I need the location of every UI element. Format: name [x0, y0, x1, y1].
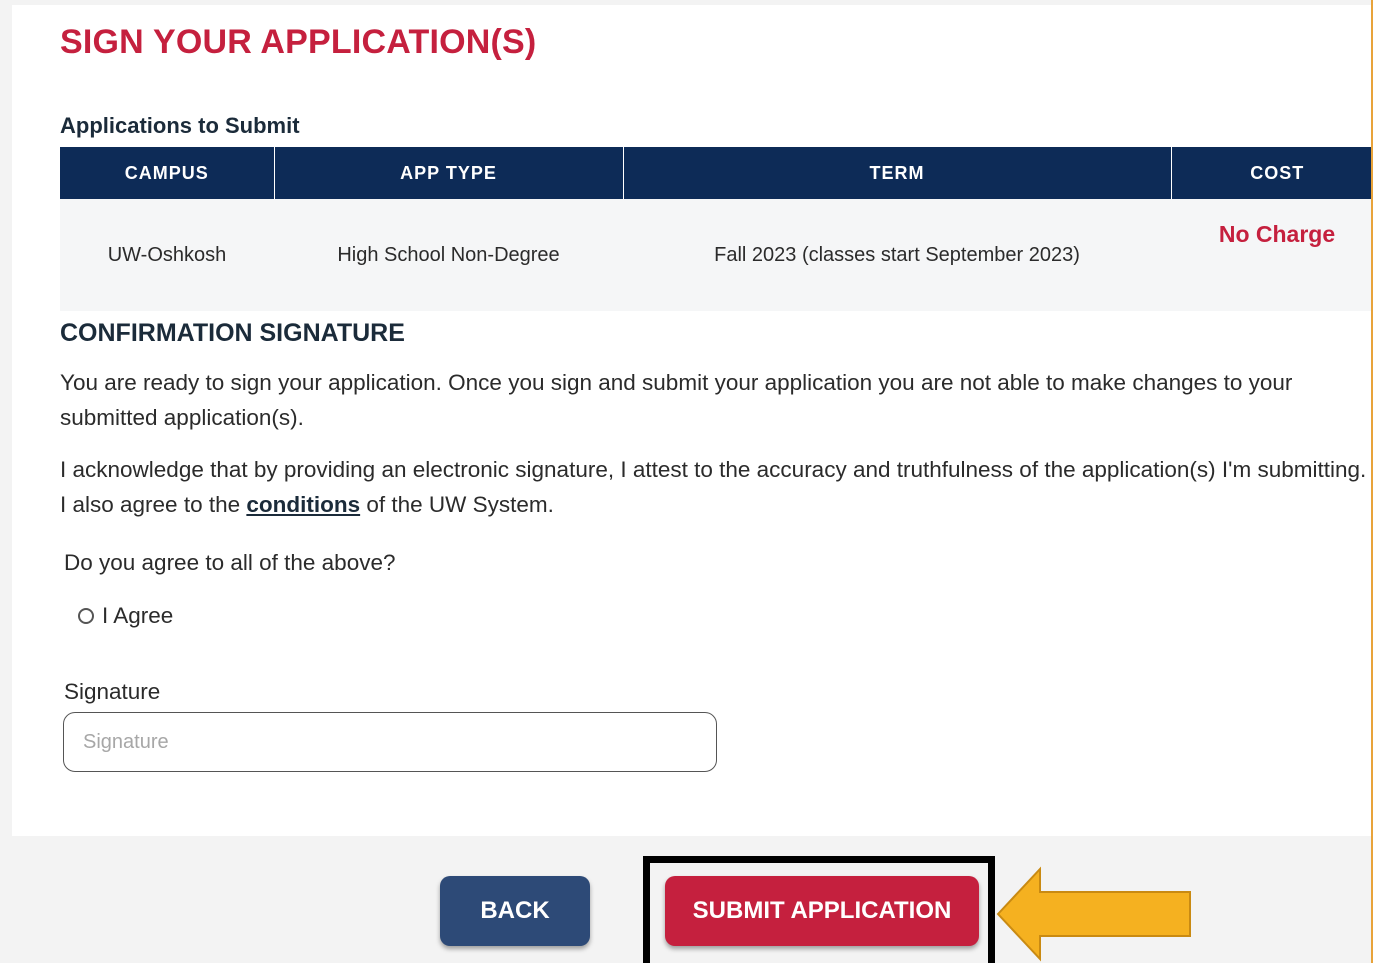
agreement-question: Do you agree to all of the above? — [64, 550, 396, 575]
signature-input[interactable] — [63, 712, 717, 772]
campus-cell: UW-Oshkosh — [60, 199, 274, 311]
column-header-cost: COST — [1171, 147, 1373, 199]
agree-radio-option[interactable]: I Agree — [78, 603, 173, 629]
app-type-cell: High School Non-Degree — [274, 199, 623, 311]
radio-unchecked-icon[interactable] — [78, 608, 94, 624]
conditions-link[interactable]: conditions — [246, 492, 360, 517]
table-row: UW-Oshkosh High School Non-Degree Fall 2… — [60, 199, 1373, 311]
term-cell: Fall 2023 (classes start September 2023) — [623, 199, 1171, 311]
agree-radio-label: I Agree — [102, 603, 174, 628]
column-header-app-type: APP TYPE — [274, 147, 624, 199]
confirmation-paragraph: You are ready to sign your application. … — [60, 370, 1293, 430]
column-header-term: TERM — [623, 147, 1172, 199]
column-header-campus: CAMPUS — [60, 147, 275, 199]
back-button[interactable]: BACK — [440, 876, 590, 946]
left-pointing-arrow-icon — [996, 866, 1191, 962]
signature-label: Signature — [64, 679, 161, 704]
cost-cell: No Charge — [1171, 199, 1373, 311]
acknowledgement-text-end: of the UW System. — [360, 492, 554, 517]
application-card: SIGN YOUR APPLICATION(S) Applications to… — [12, 5, 1373, 836]
submit-application-button[interactable]: SUBMIT APPLICATION — [665, 876, 979, 946]
table-header-row: CAMPUS APP TYPE TERM COST — [60, 147, 1373, 199]
page-title: SIGN YOUR APPLICATION(S) — [60, 23, 537, 61]
applications-table: CAMPUS APP TYPE TERM COST UW-Oshkosh Hig… — [60, 147, 1373, 311]
page: SIGN YOUR APPLICATION(S) Applications to… — [0, 0, 1373, 963]
acknowledgement-paragraph: I acknowledge that by providing an elect… — [60, 452, 1373, 522]
applications-section-label: Applications to Submit — [60, 113, 300, 138]
confirmation-heading: CONFIRMATION SIGNATURE — [60, 319, 405, 347]
